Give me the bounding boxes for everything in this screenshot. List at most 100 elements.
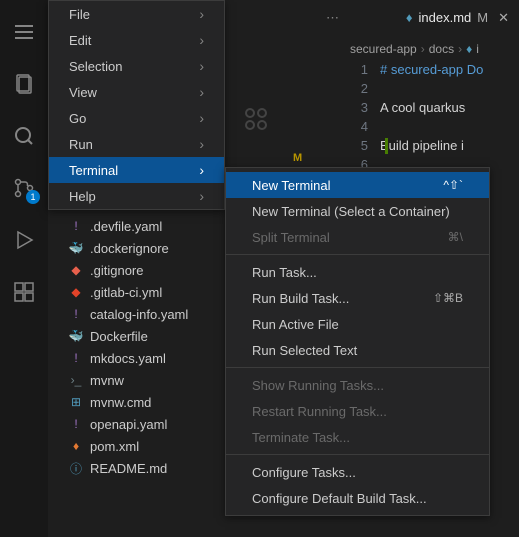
chevron-right-icon: › [199, 6, 204, 22]
file-name: openapi.yaml [90, 417, 167, 432]
editor-actions: ⋯ [326, 0, 339, 35]
submenu-label: New Terminal (Select a Container) [252, 204, 450, 219]
menu-terminal[interactable]: Terminal › [49, 157, 224, 183]
breadcrumb-segment[interactable]: secured-app [350, 42, 417, 56]
source-control-icon[interactable]: 1 [0, 164, 48, 212]
activity-bar: 1 [0, 0, 48, 537]
file-name: .devfile.yaml [90, 219, 162, 234]
menu-help[interactable]: Help › [49, 183, 224, 209]
file-list: !.devfile.yaml🐳.dockerignore◆.gitignore◆… [48, 215, 225, 479]
menu-selection[interactable]: Selection › [49, 53, 224, 79]
chevron-right-icon: › [199, 188, 204, 204]
menu-file[interactable]: File › [49, 1, 224, 27]
explorer-icon[interactable] [0, 60, 48, 108]
modified-marker: M [293, 152, 302, 164]
menu-item-label: Edit [69, 33, 91, 48]
file-row[interactable]: ⓘREADME.md [48, 457, 225, 479]
file-icon: ! [68, 218, 84, 234]
menu-item-label: Selection [69, 59, 122, 74]
submenu-label: Run Active File [252, 317, 339, 332]
menu-separator [226, 254, 489, 255]
menu-item-label: View [69, 85, 97, 100]
file-icon: ! [68, 416, 84, 432]
line-number: 2 [350, 81, 380, 100]
file-icon: ! [68, 306, 84, 322]
submenu-restart-running-task: Restart Running Task... [226, 398, 489, 424]
submenu-split-terminal: Split Terminal⌘\ [226, 224, 489, 250]
submenu-run-active-file[interactable]: Run Active File [226, 311, 489, 337]
file-icon: ◆ [68, 284, 84, 300]
submenu-new-terminal-container[interactable]: New Terminal (Select a Container) [226, 198, 489, 224]
file-row[interactable]: ♦pom.xml [48, 435, 225, 457]
line-number: 3 [350, 100, 380, 119]
file-name: .gitlab-ci.yml [90, 285, 162, 300]
file-icon: ›_ [68, 372, 84, 388]
submenu-label: Run Selected Text [252, 343, 357, 358]
menu-item-label: Terminal [69, 163, 118, 178]
file-row[interactable]: ◆ .gitlab-ci.yml [48, 281, 225, 303]
breadcrumb[interactable]: secured-app › docs › ♦ i [350, 38, 519, 60]
search-icon[interactable] [0, 112, 48, 160]
file-name: catalog-info.yaml [90, 307, 188, 322]
submenu-label: Run Task... [252, 265, 317, 280]
file-icon: ! [68, 350, 84, 366]
menu-separator [226, 454, 489, 455]
keyboard-shortcut: ⇧⌘B [433, 291, 463, 305]
file-row[interactable]: !mkdocs.yaml [48, 347, 225, 369]
menu-run[interactable]: Run› [49, 131, 224, 157]
extensions-icon[interactable] [0, 268, 48, 316]
editor-text: Build pipeline i [380, 138, 464, 157]
file-name: README.md [90, 461, 167, 476]
menu-item-label: Help [69, 189, 96, 204]
editor[interactable]: 1# secured-app Do 2 3A cool quarkus 4 5B… [350, 62, 519, 176]
chevron-right-icon: › [199, 32, 204, 48]
menu-item-label: File [69, 7, 90, 22]
breadcrumb-segment[interactable]: docs [429, 42, 454, 56]
submenu-run-task[interactable]: Run Task... [226, 259, 489, 285]
menu-go[interactable]: Go› [49, 105, 224, 131]
line-number: 1 [350, 62, 380, 81]
main-menu: File› Edit› Selection› View› Go› Run› Te… [48, 0, 225, 210]
submenu-label: Configure Tasks... [252, 465, 356, 480]
submenu-configure-tasks[interactable]: Configure Tasks... [226, 459, 489, 485]
more-icon[interactable]: ⋯ [326, 10, 339, 26]
menu-item-label: Run [69, 137, 93, 152]
close-icon[interactable]: ✕ [498, 10, 509, 26]
file-name: .gitignore [90, 263, 143, 278]
file-row[interactable]: ! catalog-info.yaml [48, 303, 225, 325]
submenu-run-build-task[interactable]: Run Build Task... ⇧⌘B [226, 285, 489, 311]
submenu-label: Split Terminal [252, 230, 330, 245]
submenu-configure-default-build[interactable]: Configure Default Build Task... [226, 485, 489, 511]
submenu-run-selected-text[interactable]: Run Selected Text [226, 337, 489, 363]
chevron-right-icon: › [199, 58, 204, 74]
line-number: 5 [350, 138, 380, 157]
file-row[interactable]: ›_ mvnw [48, 369, 225, 391]
run-debug-icon[interactable] [0, 216, 48, 264]
file-row[interactable]: ◆.gitignore [48, 259, 225, 281]
submenu-label: Restart Running Task... [252, 404, 387, 419]
file-name: Dockerfile [90, 329, 148, 344]
submenu-label: Terminate Task... [252, 430, 350, 445]
line-number: 4 [350, 119, 380, 138]
submenu-label: Run Build Task... [252, 291, 349, 306]
git-gutter-indicator [385, 138, 388, 154]
file-row[interactable]: 🐳.dockerignore [48, 237, 225, 259]
scm-badge: 1 [26, 190, 40, 204]
file-row[interactable]: 🐳Dockerfile [48, 325, 225, 347]
tab-index-md[interactable]: ♦ index.md M ✕ [396, 0, 519, 35]
file-row[interactable]: ! .devfile.yaml [48, 215, 225, 237]
file-icon: ⊞ [68, 394, 84, 410]
breadcrumb-segment[interactable]: i [476, 42, 479, 56]
tab-name: index.md [419, 10, 472, 25]
file-row[interactable]: ⊞mvnw.cmd [48, 391, 225, 413]
submenu-new-terminal[interactable]: New Terminal^⇧` [226, 172, 489, 198]
file-row[interactable]: ! openapi.yaml [48, 413, 225, 435]
submenu-show-running-tasks: Show Running Tasks... [226, 372, 489, 398]
menu-view[interactable]: View› [49, 79, 224, 105]
editor-text: A cool quarkus [380, 100, 469, 119]
submenu-label: New Terminal [252, 178, 331, 193]
chevron-right-icon: › [199, 162, 204, 178]
file-name: mvnw [90, 373, 124, 388]
menu-icon[interactable] [0, 8, 48, 56]
menu-edit[interactable]: Edit › [49, 27, 224, 53]
